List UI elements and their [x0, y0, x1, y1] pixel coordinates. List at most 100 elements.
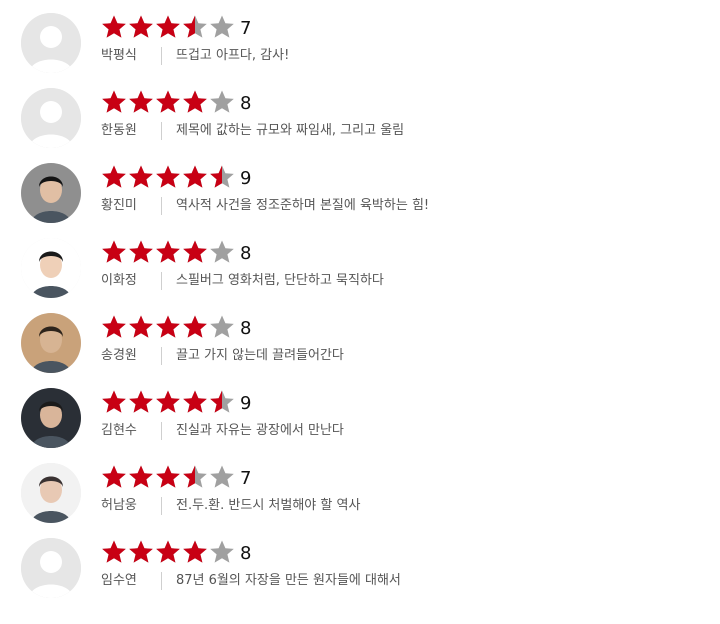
star-empty-icon	[209, 539, 235, 565]
star-filled-icon	[128, 314, 154, 340]
star-filled-icon	[155, 89, 181, 115]
review-item: 8 이화정 스필버그 영화처럼, 단단하고 묵직하다	[0, 225, 720, 300]
star-filled-icon	[182, 164, 208, 190]
default-avatar-icon	[21, 88, 81, 148]
star-rating	[101, 464, 236, 490]
review-comment: 전.두.환. 반드시 처벌해야 할 역사	[176, 498, 361, 513]
default-avatar-icon	[21, 538, 81, 598]
star-filled-icon	[128, 14, 154, 40]
star-filled-icon	[128, 464, 154, 490]
star-rating	[101, 14, 236, 40]
avatar[interactable]	[21, 313, 81, 373]
photo-avatar-icon	[21, 163, 81, 223]
divider	[161, 422, 162, 440]
star-half-icon	[182, 464, 208, 490]
star-rating	[101, 539, 236, 565]
review-item: 8 송경원 끌고 가지 않는데 끌려들어간다	[0, 300, 720, 375]
star-filled-icon	[128, 89, 154, 115]
star-filled-icon	[101, 239, 127, 265]
score: 8	[240, 318, 252, 339]
score: 8	[240, 93, 252, 114]
star-filled-icon	[101, 164, 127, 190]
score: 7	[240, 468, 252, 489]
score: 9	[240, 393, 252, 414]
review-comment: 역사적 사건을 정조준하며 본질에 육박하는 힘!	[176, 198, 430, 213]
reviewer-name[interactable]: 한동원	[101, 122, 159, 140]
reviewer-name[interactable]: 송경원	[101, 347, 159, 365]
review-comment: 뜨겁고 아프다, 감사!	[176, 48, 290, 63]
star-empty-icon	[209, 14, 235, 40]
reviewer-name[interactable]: 임수연	[101, 572, 159, 590]
avatar[interactable]	[21, 88, 81, 148]
review-comment: 끌고 가지 않는데 끌려들어간다	[176, 348, 344, 363]
score: 7	[240, 18, 252, 39]
star-filled-icon	[101, 89, 127, 115]
divider	[161, 347, 162, 365]
score: 9	[240, 168, 252, 189]
photo-avatar-icon	[21, 238, 81, 298]
score: 8	[240, 543, 252, 564]
reviewer-name[interactable]: 허남웅	[101, 497, 159, 515]
divider	[161, 497, 162, 515]
divider	[161, 572, 162, 590]
star-filled-icon	[101, 14, 127, 40]
reviewer-name[interactable]: 이화정	[101, 272, 159, 290]
star-filled-icon	[155, 14, 181, 40]
star-filled-icon	[182, 314, 208, 340]
star-filled-icon	[101, 314, 127, 340]
reviewer-name[interactable]: 황진미	[101, 197, 159, 215]
star-half-icon	[209, 389, 235, 415]
star-filled-icon	[182, 89, 208, 115]
star-rating	[101, 164, 236, 190]
star-rating	[101, 389, 236, 415]
divider	[161, 272, 162, 290]
star-rating	[101, 89, 236, 115]
review-item: 7 박평식 뜨겁고 아프다, 감사!	[0, 0, 720, 75]
avatar[interactable]	[21, 13, 81, 73]
star-filled-icon	[182, 239, 208, 265]
review-item: 9 황진미 역사적 사건을 정조준하며 본질에 육박하는 힘!	[0, 150, 720, 225]
star-empty-icon	[209, 464, 235, 490]
avatar[interactable]	[21, 238, 81, 298]
star-filled-icon	[128, 164, 154, 190]
star-filled-icon	[128, 389, 154, 415]
review-comment: 스필버그 영화처럼, 단단하고 묵직하다	[176, 273, 384, 288]
star-empty-icon	[209, 239, 235, 265]
star-filled-icon	[128, 239, 154, 265]
star-half-icon	[182, 14, 208, 40]
avatar[interactable]	[21, 388, 81, 448]
star-rating	[101, 239, 236, 265]
default-avatar-icon	[21, 13, 81, 73]
star-filled-icon	[155, 314, 181, 340]
star-filled-icon	[101, 539, 127, 565]
score: 8	[240, 243, 252, 264]
avatar[interactable]	[21, 538, 81, 598]
photo-avatar-icon	[21, 313, 81, 373]
star-rating	[101, 314, 236, 340]
review-item: 9 김현수 진실과 자유는 광장에서 만난다	[0, 375, 720, 450]
avatar[interactable]	[21, 163, 81, 223]
review-item: 8 임수연 87년 6월의 자장을 만든 원자들에 대해서	[0, 525, 720, 600]
photo-avatar-icon	[21, 388, 81, 448]
divider	[161, 47, 162, 65]
star-filled-icon	[182, 389, 208, 415]
star-filled-icon	[155, 464, 181, 490]
review-comment: 제목에 값하는 규모와 짜임새, 그리고 울림	[176, 123, 405, 138]
star-filled-icon	[155, 539, 181, 565]
star-filled-icon	[101, 389, 127, 415]
review-item: 7 허남웅 전.두.환. 반드시 처벌해야 할 역사	[0, 450, 720, 525]
reviewer-name[interactable]: 김현수	[101, 422, 159, 440]
avatar[interactable]	[21, 463, 81, 523]
divider	[161, 122, 162, 140]
star-filled-icon	[155, 389, 181, 415]
reviewer-name[interactable]: 박평식	[101, 47, 159, 65]
divider	[161, 197, 162, 215]
review-list: 7 박평식 뜨겁고 아프다, 감사! 8 한동원 제목에 값하는 규모와 짜임새…	[0, 0, 720, 624]
photo-avatar-icon	[21, 463, 81, 523]
star-filled-icon	[128, 539, 154, 565]
star-empty-icon	[209, 314, 235, 340]
star-filled-icon	[155, 239, 181, 265]
star-filled-icon	[155, 164, 181, 190]
review-item: 8 한동원 제목에 값하는 규모와 짜임새, 그리고 울림	[0, 75, 720, 150]
star-filled-icon	[101, 464, 127, 490]
